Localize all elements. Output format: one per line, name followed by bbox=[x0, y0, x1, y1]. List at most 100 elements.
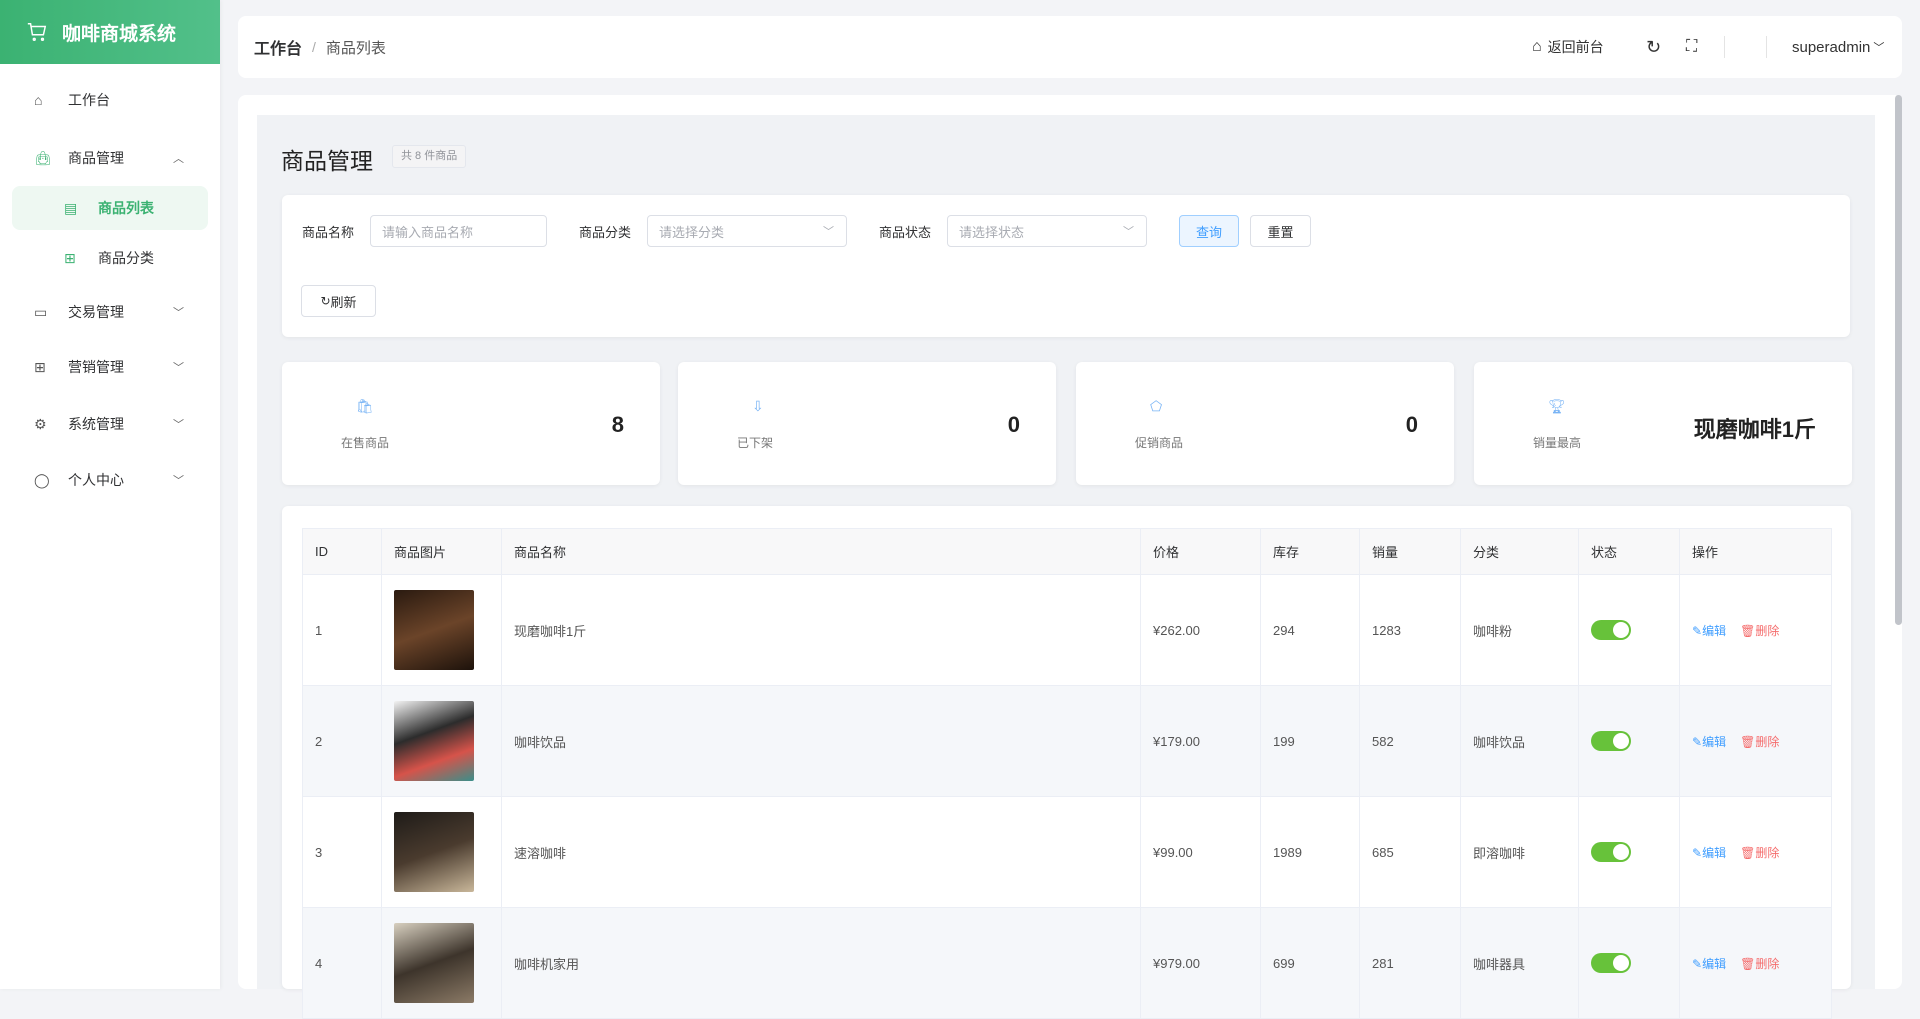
cart-icon bbox=[27, 23, 47, 41]
cell-name: 速溶咖啡 bbox=[501, 796, 1141, 908]
product-table: ID 商品图片 商品名称 价格 库存 销量 分类 状态 操作 1 现磨咖啡1斤 ¥262.00 … bbox=[302, 528, 1832, 1019]
breadcrumb-current: 商品列表 bbox=[325, 39, 386, 57]
cell-sales: 685 bbox=[1359, 796, 1461, 908]
breadcrumb-separator: / bbox=[312, 39, 316, 55]
sidebar-item-system[interactable]: ⚙ 系统管理 ﹀ bbox=[0, 402, 220, 446]
stat-card-top-sales: 🏆︎ 销量最高 现磨咖啡1斤 bbox=[1474, 362, 1852, 485]
edit-icon: ✎ bbox=[1692, 623, 1703, 638]
table-header: ID 商品图片 商品名称 价格 库存 销量 分类 状态 操作 bbox=[302, 528, 1832, 575]
edit-icon: ✎ bbox=[1692, 734, 1703, 749]
column-header: 价格 bbox=[1140, 528, 1261, 575]
sidebar-item-profile[interactable]: ◯ 个人中心 ﹀ bbox=[0, 458, 220, 502]
edit-button[interactable]: ✎编辑 bbox=[1692, 846, 1726, 860]
sidebar-item-dashboard[interactable]: ⌂ 工作台 bbox=[0, 78, 220, 122]
cell-category: 咖啡饮品 bbox=[1460, 685, 1579, 797]
delete-button[interactable]: 🗑︎删除 bbox=[1740, 957, 1779, 971]
cell-price: ¥99.00 bbox=[1140, 796, 1261, 908]
cell-status bbox=[1578, 685, 1680, 797]
edit-button[interactable]: ✎编辑 bbox=[1692, 624, 1726, 638]
cell-image bbox=[381, 796, 502, 908]
back-to-front-button[interactable]: ⌂ 返回前台 bbox=[1532, 16, 1604, 78]
breadcrumb-home[interactable]: 工作台 bbox=[254, 35, 302, 59]
chevron-down-icon: ﹀ bbox=[823, 226, 834, 238]
search-button[interactable]: 查询 bbox=[1179, 215, 1239, 247]
bag-icon: 🛍︎ bbox=[356, 398, 374, 414]
list-icon: ▤ bbox=[64, 199, 78, 216]
cell-stock: 199 bbox=[1260, 685, 1360, 797]
divider bbox=[1724, 36, 1725, 58]
status-toggle[interactable] bbox=[1591, 731, 1631, 751]
cell-image bbox=[381, 685, 502, 797]
status-toggle[interactable] bbox=[1591, 842, 1631, 862]
fullscreen-icon[interactable]: ⛶ bbox=[1686, 16, 1697, 78]
name-input[interactable]: 请输入商品名称 bbox=[370, 215, 547, 247]
trash-icon: 🗑︎ bbox=[1740, 956, 1756, 971]
refresh-button[interactable]: ↻ 刷新 bbox=[301, 285, 376, 317]
cell-id: 2 bbox=[302, 685, 382, 797]
cell-price: ¥979.00 bbox=[1140, 907, 1261, 1019]
user-dropdown[interactable]: superadmin ﹀ bbox=[1792, 16, 1884, 78]
cell-image bbox=[381, 574, 502, 686]
status-label: 商品状态 bbox=[879, 225, 932, 240]
page-title: 商品管理 bbox=[281, 148, 373, 174]
refresh-icon: ↻ bbox=[320, 294, 331, 308]
product-image bbox=[394, 701, 474, 781]
trash-icon: 🗑︎ bbox=[1740, 623, 1756, 638]
name-label: 商品名称 bbox=[302, 225, 355, 240]
cell-name: 咖啡饮品 bbox=[501, 685, 1141, 797]
count-badge: 共 8 件商品 bbox=[392, 145, 467, 168]
delete-button[interactable]: 🗑︎删除 bbox=[1740, 624, 1779, 638]
refresh-icon[interactable]: ↻ bbox=[1646, 16, 1661, 78]
cell-status bbox=[1578, 907, 1680, 1019]
app-title: 咖啡商城系统 bbox=[62, 23, 177, 45]
sidebar-item-product-category[interactable]: ⊞ 商品分类 bbox=[0, 236, 220, 280]
table-row: 4 咖啡机家用 ¥979.00 699 281 咖啡器具 ✎编辑 🗑︎删除 bbox=[302, 907, 1832, 1019]
table-row: 1 现磨咖啡1斤 ¥262.00 294 1283 咖啡粉 ✎编辑 🗑︎删除 bbox=[302, 574, 1832, 686]
tag-icon: ⬠ bbox=[1150, 398, 1163, 414]
edit-button[interactable]: ✎编辑 bbox=[1692, 735, 1726, 749]
bag-icon: 👜︎ bbox=[34, 149, 52, 166]
reset-button[interactable]: 重置 bbox=[1250, 215, 1311, 247]
cell-id: 1 bbox=[302, 574, 382, 686]
cell-category: 咖啡器具 bbox=[1460, 907, 1579, 1019]
table-row: 3 速溶咖啡 ¥99.00 1989 685 即溶咖啡 ✎编辑 🗑︎删除 bbox=[302, 796, 1832, 908]
cell-price: ¥262.00 bbox=[1140, 574, 1261, 686]
column-header: 销量 bbox=[1359, 528, 1461, 575]
cell-name: 现磨咖啡1斤 bbox=[501, 574, 1141, 686]
delete-button[interactable]: 🗑︎删除 bbox=[1740, 846, 1779, 860]
home-icon: ⌂ bbox=[1532, 38, 1542, 55]
chevron-down-icon: ﹀ bbox=[173, 419, 184, 431]
cell-id: 3 bbox=[302, 796, 382, 908]
card-icon: ▭ bbox=[34, 303, 48, 320]
sidebar-item-product-list[interactable]: ▤ 商品列表 bbox=[12, 186, 208, 230]
gift-icon: ⊞ bbox=[34, 358, 46, 375]
cell-stock: 699 bbox=[1260, 907, 1360, 1019]
cell-category: 即溶咖啡 bbox=[1460, 796, 1579, 908]
status-toggle[interactable] bbox=[1591, 953, 1631, 973]
sidebar-item-products[interactable]: 👜︎ 商品管理 ︿ bbox=[0, 136, 220, 180]
cell-sales: 1283 bbox=[1359, 574, 1461, 686]
sidebar-item-trade[interactable]: ▭ 交易管理 ﹀ bbox=[0, 290, 220, 334]
status-toggle[interactable] bbox=[1591, 620, 1631, 640]
stat-card-on-sale: 🛍︎ 在售商品 8 bbox=[282, 362, 660, 485]
column-header: 分类 bbox=[1460, 528, 1579, 575]
gear-icon: ⚙ bbox=[34, 415, 47, 432]
cell-image bbox=[381, 907, 502, 1019]
column-header: 商品图片 bbox=[381, 528, 502, 575]
sidebar-item-marketing[interactable]: ⊞ 营销管理 ﹀ bbox=[0, 345, 220, 389]
status-select[interactable]: 请选择状态 ﹀ bbox=[947, 215, 1147, 247]
app-logo: 咖啡商城系统 bbox=[0, 0, 220, 64]
edit-button[interactable]: ✎编辑 bbox=[1692, 957, 1726, 971]
cell-name: 咖啡机家用 bbox=[501, 907, 1141, 1019]
user-icon: ◯ bbox=[34, 471, 50, 488]
stat-card-promo: ⬠ 促销商品 0 bbox=[1076, 362, 1454, 485]
cell-actions: ✎编辑 🗑︎删除 bbox=[1679, 685, 1832, 797]
home-icon: ⌂ bbox=[34, 92, 43, 108]
chevron-down-icon: ﹀ bbox=[1873, 42, 1885, 54]
sidebar: 咖啡商城系统 ⌂ 工作台 👜︎ 商品管理 ︿ ▤ 商品列表 ⊞ 商品分类 ▭ 交易管理 ﹀ ⊞… bbox=[0, 0, 220, 989]
delete-button[interactable]: 🗑︎删除 bbox=[1740, 735, 1779, 749]
category-select[interactable]: 请选择分类 ﹀ bbox=[647, 215, 847, 247]
scrollbar[interactable] bbox=[1895, 95, 1902, 625]
trash-icon: 🗑︎ bbox=[1740, 845, 1756, 860]
category-label: 商品分类 bbox=[579, 225, 632, 240]
